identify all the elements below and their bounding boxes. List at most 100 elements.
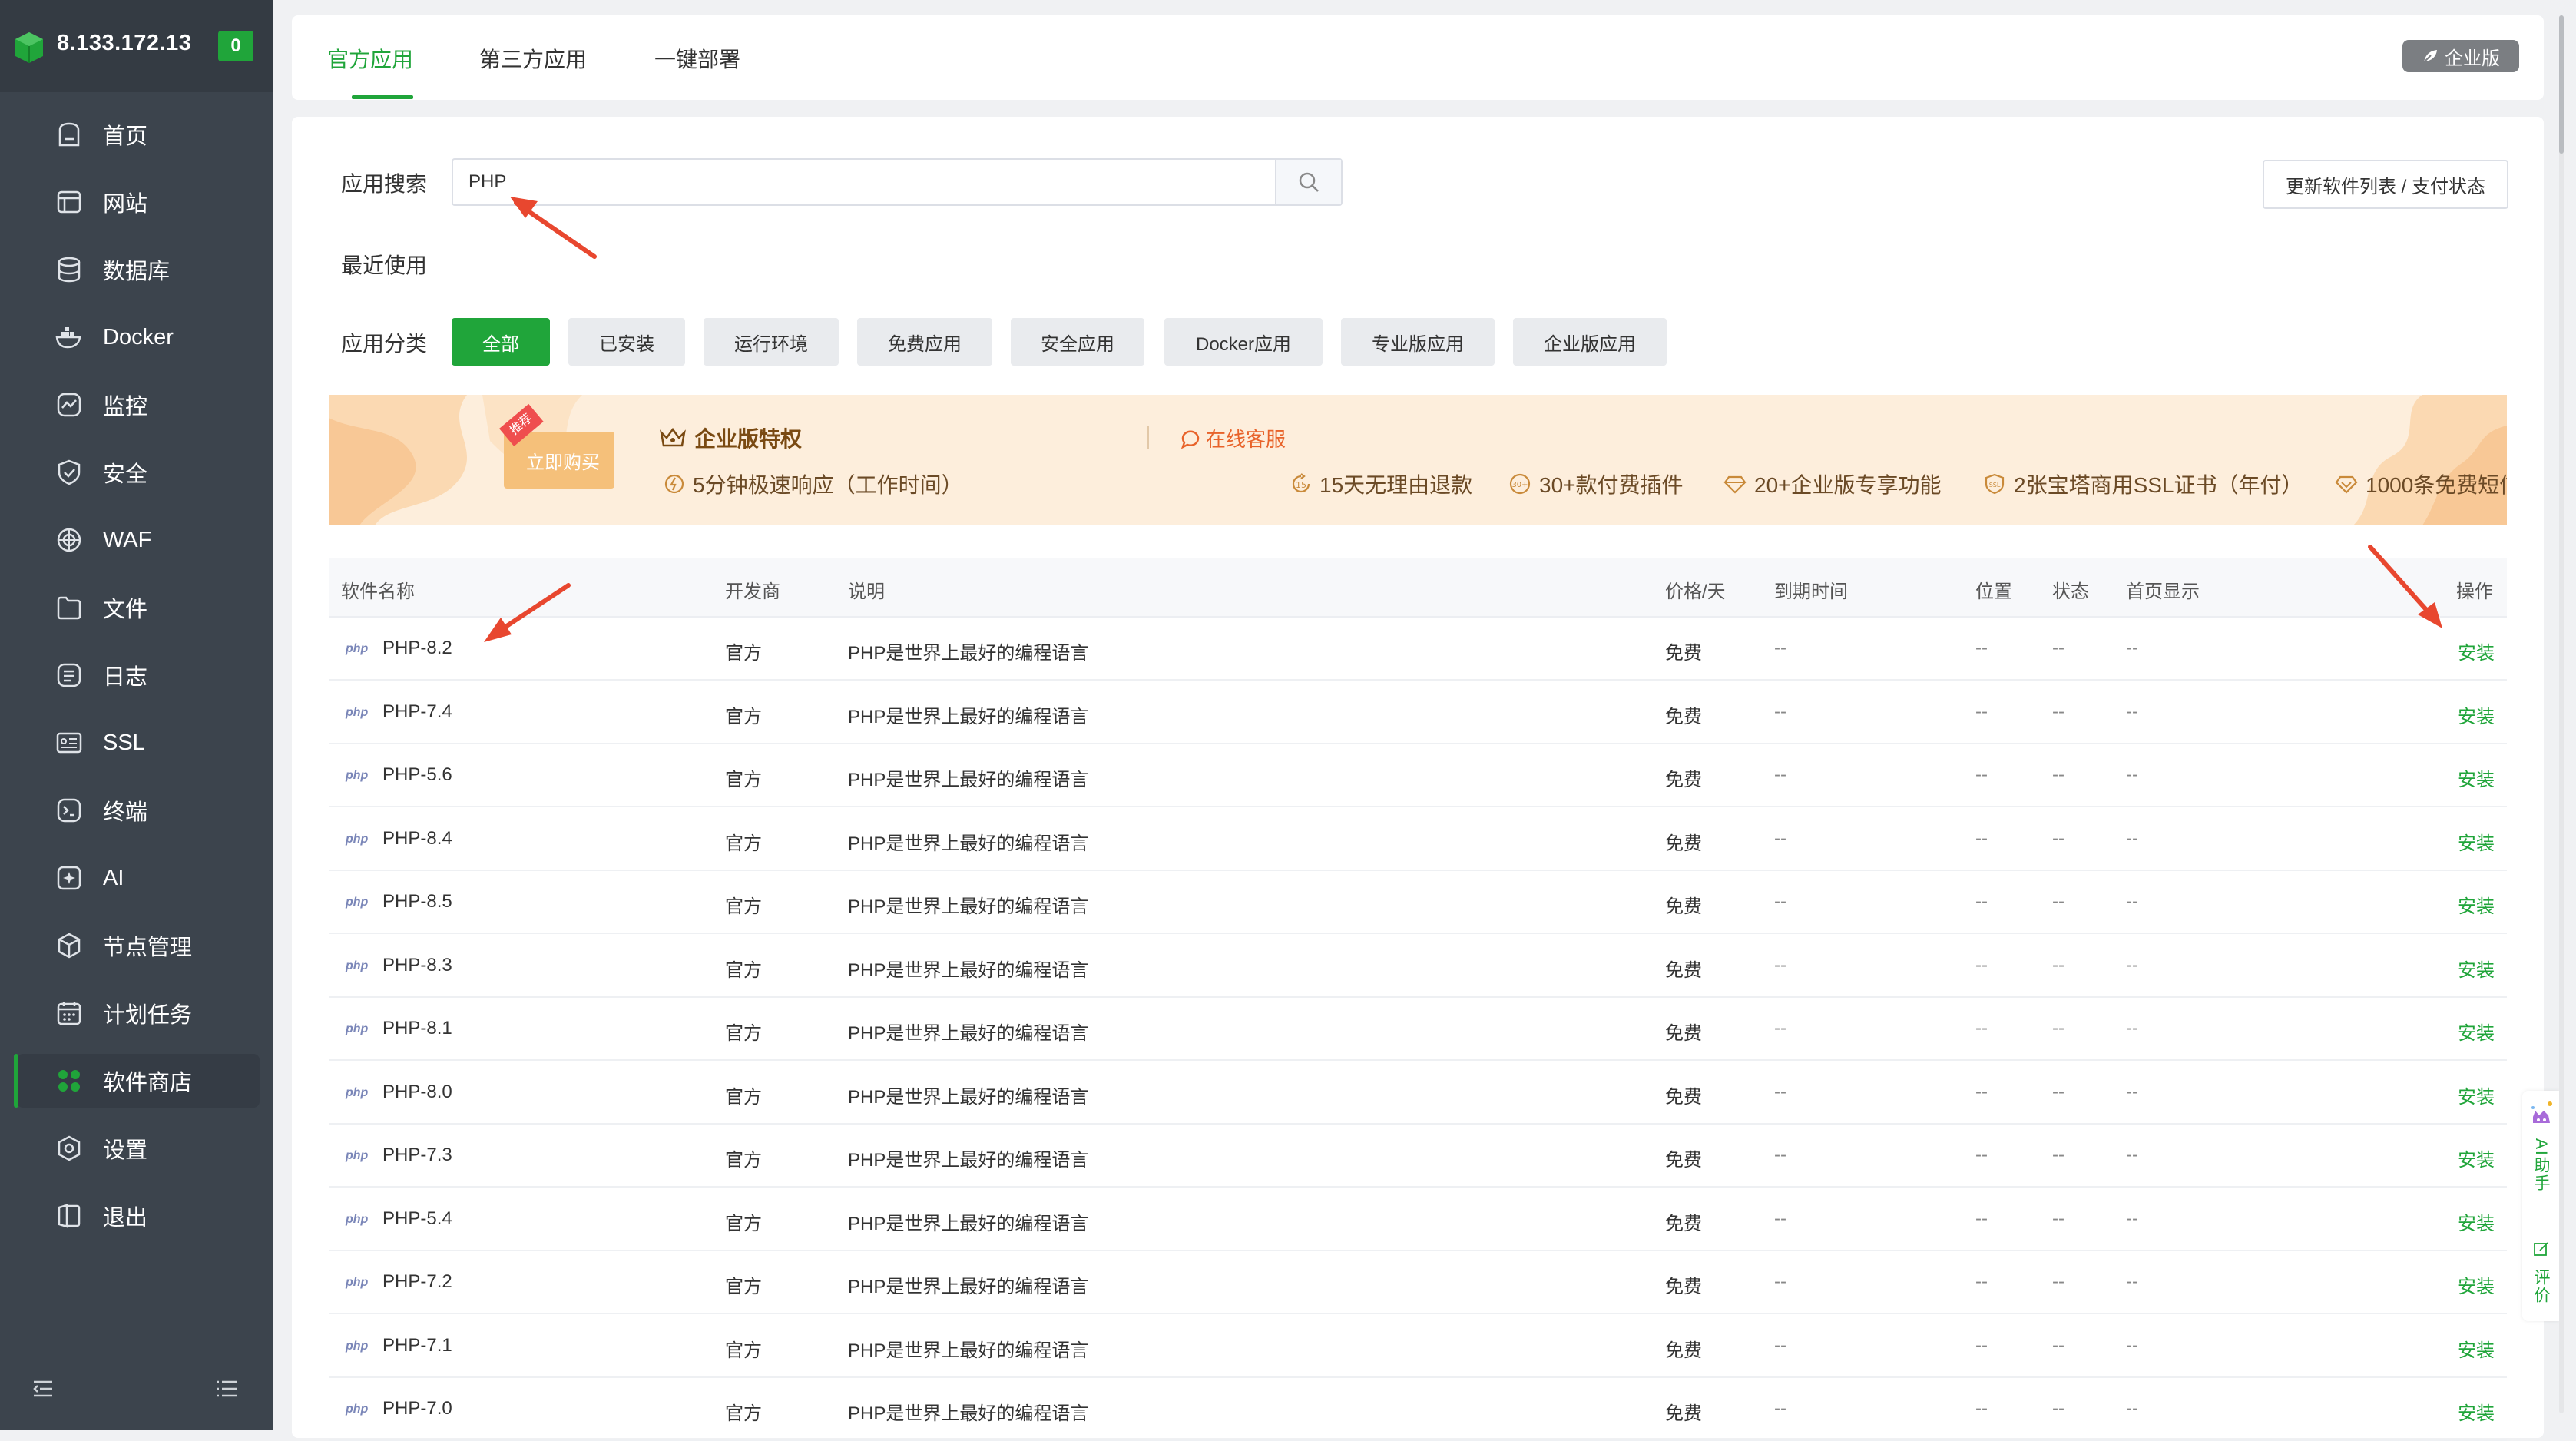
category-installed[interactable]: 已安装 xyxy=(568,318,685,366)
category-free[interactable]: 免费应用 xyxy=(857,318,992,366)
cell-expire: -- xyxy=(1774,1081,1786,1102)
php-logo-icon: php xyxy=(346,1149,369,1162)
cell-position: -- xyxy=(1975,764,1988,785)
tab-official[interactable]: 官方应用 xyxy=(327,43,413,74)
cell-home: -- xyxy=(2126,954,2138,976)
sidebar-item[interactable]: 日志 xyxy=(17,648,260,702)
cell-desc: PHP是世界上最好的编程语言 xyxy=(848,1086,1089,1108)
sidebar-item[interactable]: 首页 xyxy=(17,108,260,161)
cell-vendor: 官方 xyxy=(725,896,762,917)
install-button[interactable]: 安装 xyxy=(2458,1018,2495,1045)
rate-label[interactable]: 评价 xyxy=(2531,1269,2550,1304)
cell-price: 免费 xyxy=(1665,1023,1702,1044)
cell-name[interactable]: PHP-5.4 xyxy=(382,1208,452,1230)
cell-price: 免费 xyxy=(1665,896,1702,917)
install-button[interactable]: 安装 xyxy=(2458,1082,2495,1108)
sidebar-item[interactable]: 软件商店 xyxy=(14,1054,260,1108)
install-button[interactable]: 安装 xyxy=(2458,828,2495,855)
cell-name[interactable]: PHP-7.0 xyxy=(382,1398,452,1419)
cell-price: 免费 xyxy=(1665,833,1702,854)
cell-desc: PHP是世界上最好的编程语言 xyxy=(848,1023,1089,1044)
sidebar-item[interactable]: 设置 xyxy=(17,1121,260,1175)
cell-expire: -- xyxy=(1774,701,1786,722)
install-button[interactable]: 安装 xyxy=(2458,701,2495,728)
sidebar-item[interactable]: 节点管理 xyxy=(17,919,260,972)
sidebar-item[interactable]: SSL xyxy=(17,716,260,770)
cell-position: -- xyxy=(1975,891,1988,912)
col-name[interactable]: 软件名称 xyxy=(341,576,415,603)
enterprise-button[interactable]: 企业版 xyxy=(2402,40,2519,72)
tab-third-party[interactable]: 第三方应用 xyxy=(479,43,587,74)
install-button[interactable]: 安装 xyxy=(2458,1145,2495,1171)
cell-name[interactable]: PHP-7.2 xyxy=(382,1271,452,1293)
cell-price: 免费 xyxy=(1665,643,1702,664)
list-menu-icon[interactable] xyxy=(215,1376,240,1401)
sidebar-item[interactable]: 计划任务 xyxy=(17,986,260,1040)
cell-name[interactable]: PHP-8.2 xyxy=(382,638,452,659)
cell-desc: PHP是世界上最好的编程语言 xyxy=(848,1403,1089,1424)
sidebar-item-label: 退出 xyxy=(103,1206,148,1231)
ai-icon xyxy=(54,863,84,893)
install-button[interactable]: 安装 xyxy=(2458,891,2495,918)
php-logo-icon: php xyxy=(346,1339,369,1353)
table-row: php PHP-8.3 官方 PHP是世界上最好的编程语言 免费 -- -- -- -- 安装 xyxy=(329,933,2507,998)
category-docker[interactable]: Docker应用 xyxy=(1164,318,1323,366)
category-runtime[interactable]: 运行环境 xyxy=(704,318,839,366)
cell-name[interactable]: PHP-5.6 xyxy=(382,764,452,786)
install-button[interactable]: 安装 xyxy=(2458,1208,2495,1235)
cell-name[interactable]: PHP-7.1 xyxy=(382,1335,452,1357)
sidebar-item[interactable]: 监控 xyxy=(17,378,260,432)
install-button[interactable]: 安装 xyxy=(2458,1335,2495,1362)
col-home-display: 首页显示 xyxy=(2126,581,2200,602)
store-panel: 应用搜索 更新软件列表 / 支付状态 最近使用 应用分类 全部 已安装 运行环境… xyxy=(292,117,2544,1441)
col-price[interactable]: 价格/天 xyxy=(1665,576,1726,603)
sidebar-item[interactable]: 数据库 xyxy=(17,243,260,296)
cell-name[interactable]: PHP-7.4 xyxy=(382,701,452,723)
cell-vendor: 官方 xyxy=(725,770,762,790)
category-security[interactable]: 安全应用 xyxy=(1011,318,1144,366)
cell-vendor: 官方 xyxy=(725,1150,762,1171)
log-icon xyxy=(54,660,84,691)
install-button[interactable]: 安装 xyxy=(2458,955,2495,982)
cell-name[interactable]: PHP-8.0 xyxy=(382,1082,452,1103)
collapse-menu-icon[interactable] xyxy=(31,1376,55,1401)
sidebar-item[interactable]: 退出 xyxy=(17,1189,260,1243)
sidebar-item[interactable]: WAF xyxy=(17,513,260,567)
sidebar-item[interactable]: 终端 xyxy=(17,783,260,837)
cell-price: 免费 xyxy=(1665,1086,1702,1108)
install-button[interactable]: 安装 xyxy=(2458,638,2495,664)
sidebar-item-label: 网站 xyxy=(103,192,148,217)
cell-name[interactable]: PHP-8.4 xyxy=(382,828,452,850)
sidebar-item[interactable]: 网站 xyxy=(17,175,260,229)
cell-name[interactable]: PHP-8.3 xyxy=(382,955,452,976)
cell-position: -- xyxy=(1975,1398,1988,1419)
update-software-list-button[interactable]: 更新软件列表 / 支付状态 xyxy=(2263,160,2508,209)
cell-name[interactable]: PHP-7.3 xyxy=(382,1145,452,1166)
table-row: php PHP-5.4 官方 PHP是世界上最好的编程语言 免费 -- -- -- -- 安装 xyxy=(329,1187,2507,1251)
cell-name[interactable]: PHP-8.5 xyxy=(382,891,452,913)
online-service-link[interactable]: 在线客服 xyxy=(1180,424,1286,452)
category-all[interactable]: 全部 xyxy=(452,318,550,366)
server-ip[interactable]: 8.133.172.13 xyxy=(57,31,191,56)
sidebar-item[interactable]: Docker xyxy=(17,310,260,364)
sidebar-item[interactable]: 安全 xyxy=(17,446,260,499)
cell-status: -- xyxy=(2052,764,2064,785)
cell-expire: -- xyxy=(1774,1018,1786,1039)
notification-badge[interactable]: 0 xyxy=(218,31,253,61)
install-button[interactable]: 安装 xyxy=(2458,764,2495,791)
category-enterprise[interactable]: 企业版应用 xyxy=(1513,318,1667,366)
install-button[interactable]: 安装 xyxy=(2458,1398,2495,1425)
page-scrollbar[interactable] xyxy=(2558,15,2565,1413)
search-input[interactable] xyxy=(453,160,1275,204)
table-row: php PHP-7.4 官方 PHP是世界上最好的编程语言 免费 -- -- -- -- 安装 xyxy=(329,680,2507,744)
sidebar-item[interactable]: AI xyxy=(17,851,260,905)
ai-assistant-bar[interactable]: AI助手 评价 xyxy=(2522,1091,2559,1321)
sidebar: 8.133.172.13 0 首页网站数据库 Docker 监控安全 WAF 文件日志 S… xyxy=(0,0,273,1430)
search-button[interactable] xyxy=(1275,160,1341,204)
tab-one-click-deploy[interactable]: 一键部署 xyxy=(654,43,740,74)
sidebar-item-label: 节点管理 xyxy=(103,936,193,960)
cell-name[interactable]: PHP-8.1 xyxy=(382,1018,452,1039)
sidebar-item[interactable]: 文件 xyxy=(17,581,260,634)
category-pro[interactable]: 专业版应用 xyxy=(1341,318,1495,366)
install-button[interactable]: 安装 xyxy=(2458,1271,2495,1298)
